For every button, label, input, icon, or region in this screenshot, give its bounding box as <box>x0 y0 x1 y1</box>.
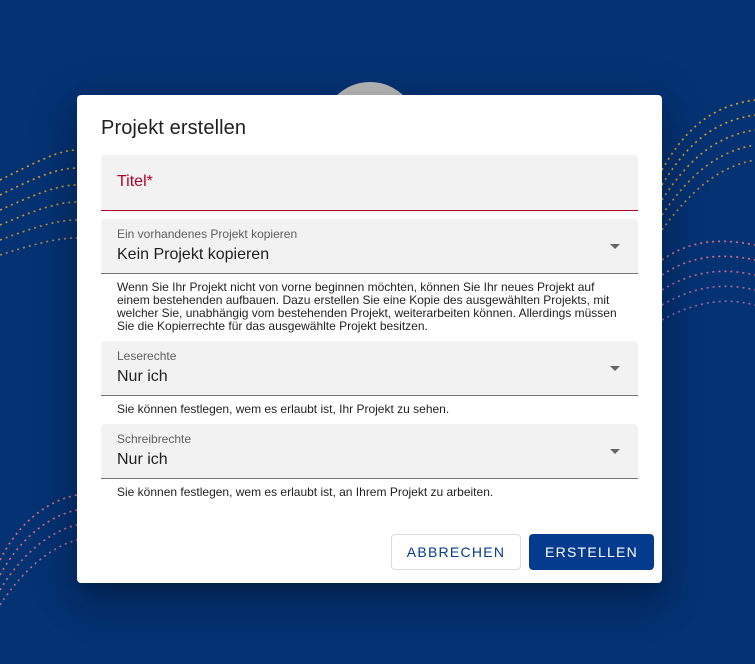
create-button[interactable]: Erstellen <box>529 534 654 570</box>
title-input-label: Titel* <box>117 173 153 190</box>
dropdown-arrow-icon <box>610 449 620 454</box>
dropdown-arrow-icon <box>610 366 620 371</box>
copy-project-value: Kein Projekt kopieren <box>117 246 270 263</box>
read-permissions-value: Nur ich <box>117 368 168 385</box>
dropdown-arrow-icon <box>610 244 620 249</box>
write-permissions-select[interactable]: Schreibrechte Nur ich <box>101 424 638 479</box>
copy-project-hint: Wenn Sie Ihr Projekt nicht von vorne beg… <box>117 280 617 333</box>
cancel-button[interactable]: Abbrechen <box>391 534 521 570</box>
read-permissions-hint: Sie können festlegen, wem es erlaubt ist… <box>117 402 450 416</box>
copy-project-select[interactable]: Ein vorhandenes Projekt kopieren Kein Pr… <box>101 219 638 274</box>
write-permissions-label: Schreibrechte <box>117 432 192 446</box>
copy-project-label: Ein vorhandenes Projekt kopieren <box>117 227 298 241</box>
dialog-title: Projekt erstellen <box>101 117 247 139</box>
read-permissions-select[interactable]: Leserechte Nur ich <box>101 341 638 396</box>
read-permissions-label: Leserechte <box>117 349 177 363</box>
title-input[interactable]: Titel* <box>101 155 638 211</box>
write-permissions-value: Nur ich <box>117 451 168 468</box>
create-project-dialog: Projekt erstellen Titel* Ein vorhandenes… <box>77 95 662 583</box>
write-permissions-hint: Sie können festlegen, wem es erlaubt ist… <box>117 485 494 499</box>
